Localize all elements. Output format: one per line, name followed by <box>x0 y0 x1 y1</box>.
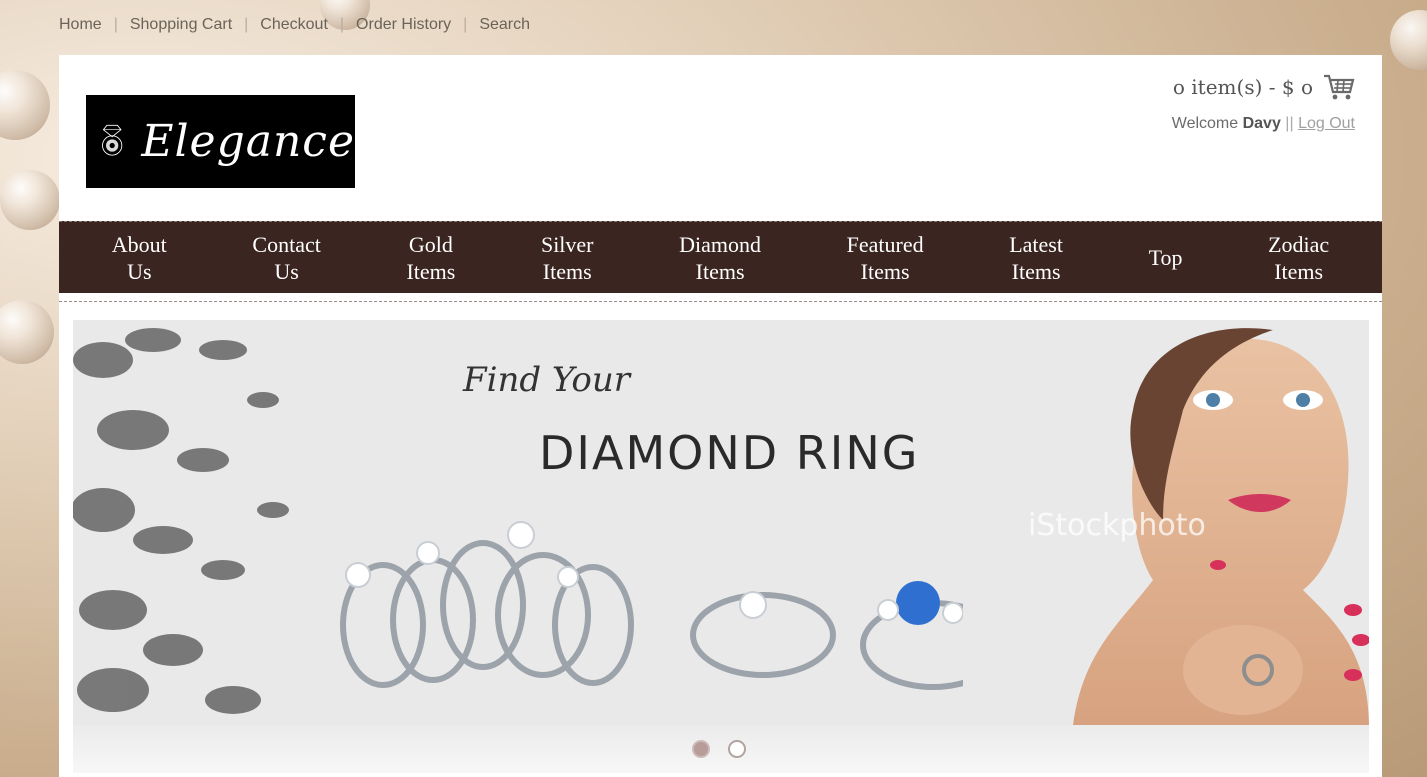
nav-label: Latest <box>1009 231 1063 257</box>
decorative-pearl <box>0 70 50 140</box>
nav-label: Silver <box>540 231 594 257</box>
slider-controls <box>73 725 1369 773</box>
nav-label: Items <box>406 258 456 284</box>
shopping-cart-icon[interactable] <box>1323 73 1355 101</box>
nav-zodiac-items[interactable]: Zodiac Items <box>1268 231 1329 285</box>
watermark: iStockphoto <box>1028 508 1206 543</box>
nav-diamond-items[interactable]: Diamond Items <box>679 231 761 285</box>
nav-label: Items <box>860 258 910 284</box>
welcome-message: Welcome Davy || Log Out <box>1172 115 1355 133</box>
nav-label: Top <box>1148 245 1183 270</box>
shopping-cart-link[interactable]: Shopping Cart <box>130 16 232 34</box>
nav-label: Featured <box>846 231 924 257</box>
link-separator: | <box>339 16 345 33</box>
nav-label: Zodiac <box>1268 231 1330 257</box>
link-separator: | <box>113 16 118 33</box>
nav-label: Diamond <box>679 231 762 257</box>
link-separator: | <box>244 16 249 33</box>
logo-wordmark: Elegance <box>141 116 355 167</box>
main-nav: About Us Contact Us Gold Items Silver Items … <box>59 221 1382 293</box>
username: Davy <box>1242 115 1281 132</box>
banner-script-text: Find Your <box>463 360 631 400</box>
slider-dot-2[interactable] <box>728 740 746 758</box>
banner-headline: DIAMOND RING <box>539 426 920 480</box>
nav-contact-us[interactable]: Contact Us <box>252 231 320 285</box>
nav-label: Items <box>542 258 592 284</box>
nav-label: Gold <box>408 231 453 257</box>
search-link[interactable]: Search <box>479 16 530 34</box>
nav-label: About <box>111 231 167 257</box>
nav-featured-items[interactable]: Featured Items <box>847 231 924 285</box>
link-separator: | <box>463 16 468 33</box>
welcome-prefix: Welcome <box>1171 115 1239 132</box>
nav-about-us[interactable]: About Us <box>112 231 167 285</box>
slider-dot-1[interactable] <box>692 740 710 758</box>
page-container: Elegance o item(s) - $ o Welcome Davy ||… <box>59 55 1382 777</box>
nav-label: Contact <box>252 231 321 257</box>
diamond-emblem-icon <box>102 124 123 156</box>
checkout-link[interactable]: Checkout <box>260 16 328 34</box>
decorative-pearl <box>0 300 54 364</box>
order-history-link[interactable]: Order History <box>356 16 451 34</box>
nav-label: Items <box>695 258 745 284</box>
nav-gold-items[interactable]: Gold Items <box>406 231 455 285</box>
rings-illustration <box>340 521 963 690</box>
nav-label: Us <box>127 258 152 284</box>
site-logo[interactable]: Elegance <box>86 95 355 188</box>
cart-summary[interactable]: o item(s) - $ o <box>1173 73 1355 101</box>
decorative-pearl <box>1390 10 1427 70</box>
nav-top[interactable]: Top <box>1149 244 1183 271</box>
nav-label: Us <box>274 258 299 284</box>
welcome-separator: || <box>1285 115 1294 132</box>
nav-latest-items[interactable]: Latest Items <box>1009 231 1063 285</box>
nav-silver-items[interactable]: Silver Items <box>541 231 594 285</box>
top-links-nav: Home | Shopping Cart | Checkout | Order … <box>59 14 530 36</box>
hero-banner[interactable]: Find Your DIAMOND RING iStockphoto <box>73 320 1369 725</box>
home-link[interactable]: Home <box>59 16 102 34</box>
nav-label: Items <box>1274 258 1324 284</box>
cart-summary-text: o item(s) - $ o <box>1172 75 1313 99</box>
logout-link[interactable]: Log Out <box>1298 115 1355 132</box>
nav-label: Items <box>1011 258 1061 284</box>
nav-divider <box>59 301 1382 302</box>
decorative-pearl <box>0 170 60 230</box>
